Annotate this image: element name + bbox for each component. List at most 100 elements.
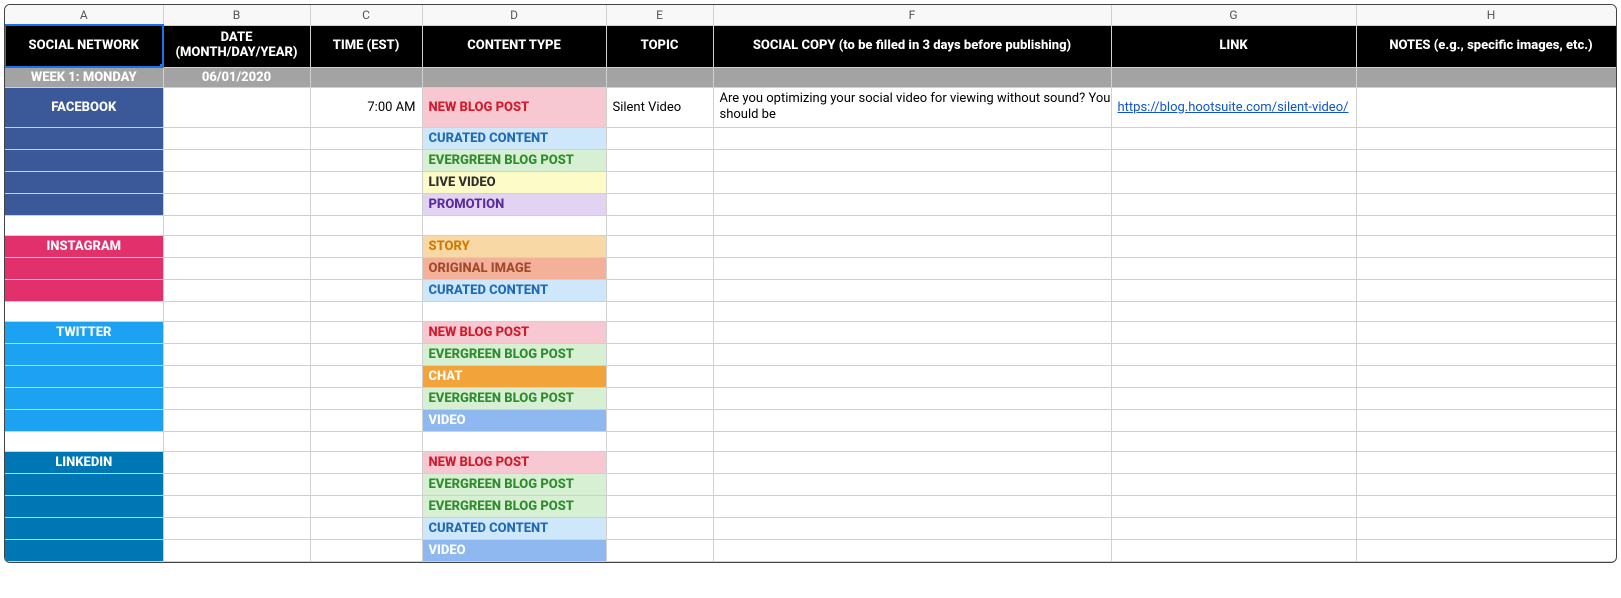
week-date[interactable]: 06/01/2020 [163, 67, 310, 87]
cell[interactable] [606, 365, 713, 387]
content-type-evergreen[interactable]: EVERGREEN BLOG POST [422, 473, 606, 495]
cell[interactable] [713, 279, 1111, 301]
cell[interactable] [310, 67, 422, 87]
link-cell[interactable]: https://blog.hootsuite.com/silent-video/ [1111, 87, 1356, 127]
network-linkedin[interactable] [5, 495, 163, 517]
cell[interactable] [1111, 365, 1356, 387]
content-type-video[interactable]: VIDEO [422, 409, 606, 431]
cell[interactable] [606, 451, 713, 473]
col-header-A[interactable]: A [5, 5, 163, 25]
cell[interactable] [1356, 365, 1617, 387]
cell[interactable] [1111, 127, 1356, 149]
cell[interactable] [1356, 171, 1617, 193]
cell[interactable] [310, 321, 422, 343]
cell[interactable] [163, 387, 310, 409]
network-twitter[interactable] [5, 343, 163, 365]
cell[interactable] [1356, 257, 1617, 279]
network-facebook[interactable] [5, 149, 163, 171]
col-header-H[interactable]: H [1356, 5, 1617, 25]
cell[interactable] [1356, 127, 1617, 149]
cell[interactable] [713, 539, 1111, 561]
cell[interactable] [163, 495, 310, 517]
cell[interactable] [163, 171, 310, 193]
cell[interactable] [606, 67, 713, 87]
header-topic[interactable]: TOPIC [606, 25, 713, 67]
cell[interactable] [1356, 539, 1617, 561]
cell[interactable] [713, 127, 1111, 149]
network-twitter[interactable] [5, 409, 163, 431]
cell[interactable] [713, 451, 1111, 473]
cell[interactable] [713, 149, 1111, 171]
cell[interactable] [606, 343, 713, 365]
cell[interactable] [310, 171, 422, 193]
content-type-curated[interactable]: CURATED CONTENT [422, 279, 606, 301]
cell[interactable] [1356, 67, 1617, 87]
col-header-F[interactable]: F [713, 5, 1111, 25]
network-instagram[interactable] [5, 257, 163, 279]
cell[interactable] [1111, 495, 1356, 517]
cell[interactable] [1356, 193, 1617, 215]
cell[interactable] [310, 473, 422, 495]
content-type-video[interactable]: VIDEO [422, 539, 606, 561]
network-linkedin[interactable] [5, 473, 163, 495]
cell[interactable] [422, 67, 606, 87]
cell[interactable] [1356, 235, 1617, 257]
network-linkedin[interactable]: LINKEDIN [5, 451, 163, 473]
network-facebook[interactable] [5, 171, 163, 193]
cell[interactable] [310, 365, 422, 387]
content-type-promotion[interactable]: PROMOTION [422, 193, 606, 215]
content-type-chat[interactable]: CHAT [422, 365, 606, 387]
cell[interactable] [1356, 321, 1617, 343]
cell[interactable] [1356, 279, 1617, 301]
cell[interactable] [310, 517, 422, 539]
content-type-new-blog[interactable]: NEW BLOG POST [422, 87, 606, 127]
cell[interactable] [1111, 149, 1356, 171]
cell[interactable] [310, 257, 422, 279]
network-linkedin[interactable] [5, 539, 163, 561]
cell[interactable] [163, 257, 310, 279]
cell[interactable] [1356, 87, 1617, 127]
cell[interactable] [1111, 257, 1356, 279]
content-type-new-blog[interactable]: NEW BLOG POST [422, 321, 606, 343]
cell[interactable] [713, 321, 1111, 343]
week-label[interactable]: WEEK 1: MONDAY [5, 67, 163, 87]
cell[interactable] [1111, 343, 1356, 365]
cell[interactable] [713, 257, 1111, 279]
cell[interactable] [163, 409, 310, 431]
cell[interactable] [606, 321, 713, 343]
cell[interactable] [310, 495, 422, 517]
cell[interactable] [163, 279, 310, 301]
cell[interactable] [1111, 517, 1356, 539]
cell[interactable] [606, 127, 713, 149]
content-type-original-image[interactable]: ORIGINAL IMAGE [422, 257, 606, 279]
cell[interactable] [1356, 517, 1617, 539]
cell[interactable] [1111, 235, 1356, 257]
cell[interactable] [713, 387, 1111, 409]
cell[interactable] [606, 409, 713, 431]
header-time[interactable]: TIME (EST) [310, 25, 422, 67]
cell[interactable] [713, 409, 1111, 431]
network-instagram[interactable]: INSTAGRAM [5, 235, 163, 257]
cell[interactable] [606, 473, 713, 495]
cell[interactable] [310, 409, 422, 431]
cell[interactable] [606, 193, 713, 215]
cell[interactable] [606, 171, 713, 193]
cell[interactable] [1111, 193, 1356, 215]
network-facebook[interactable] [5, 127, 163, 149]
network-instagram[interactable] [5, 279, 163, 301]
spreadsheet[interactable]: A B C D E F G H SOCIAL NETWORK DATE (MON… [4, 4, 1617, 563]
cell[interactable] [310, 127, 422, 149]
content-type-evergreen[interactable]: EVERGREEN BLOG POST [422, 495, 606, 517]
header-social-copy[interactable]: SOCIAL COPY (to be filled in 3 days befo… [713, 25, 1111, 67]
cell[interactable] [310, 343, 422, 365]
cell[interactable] [310, 451, 422, 473]
header-content-type[interactable]: CONTENT TYPE [422, 25, 606, 67]
cell[interactable] [1111, 279, 1356, 301]
cell[interactable] [163, 127, 310, 149]
network-twitter[interactable]: TWITTER [5, 321, 163, 343]
cell[interactable] [1356, 495, 1617, 517]
cell[interactable] [606, 495, 713, 517]
cell[interactable] [1111, 409, 1356, 431]
cell[interactable] [713, 171, 1111, 193]
time-cell[interactable]: 7:00 AM [310, 87, 422, 127]
